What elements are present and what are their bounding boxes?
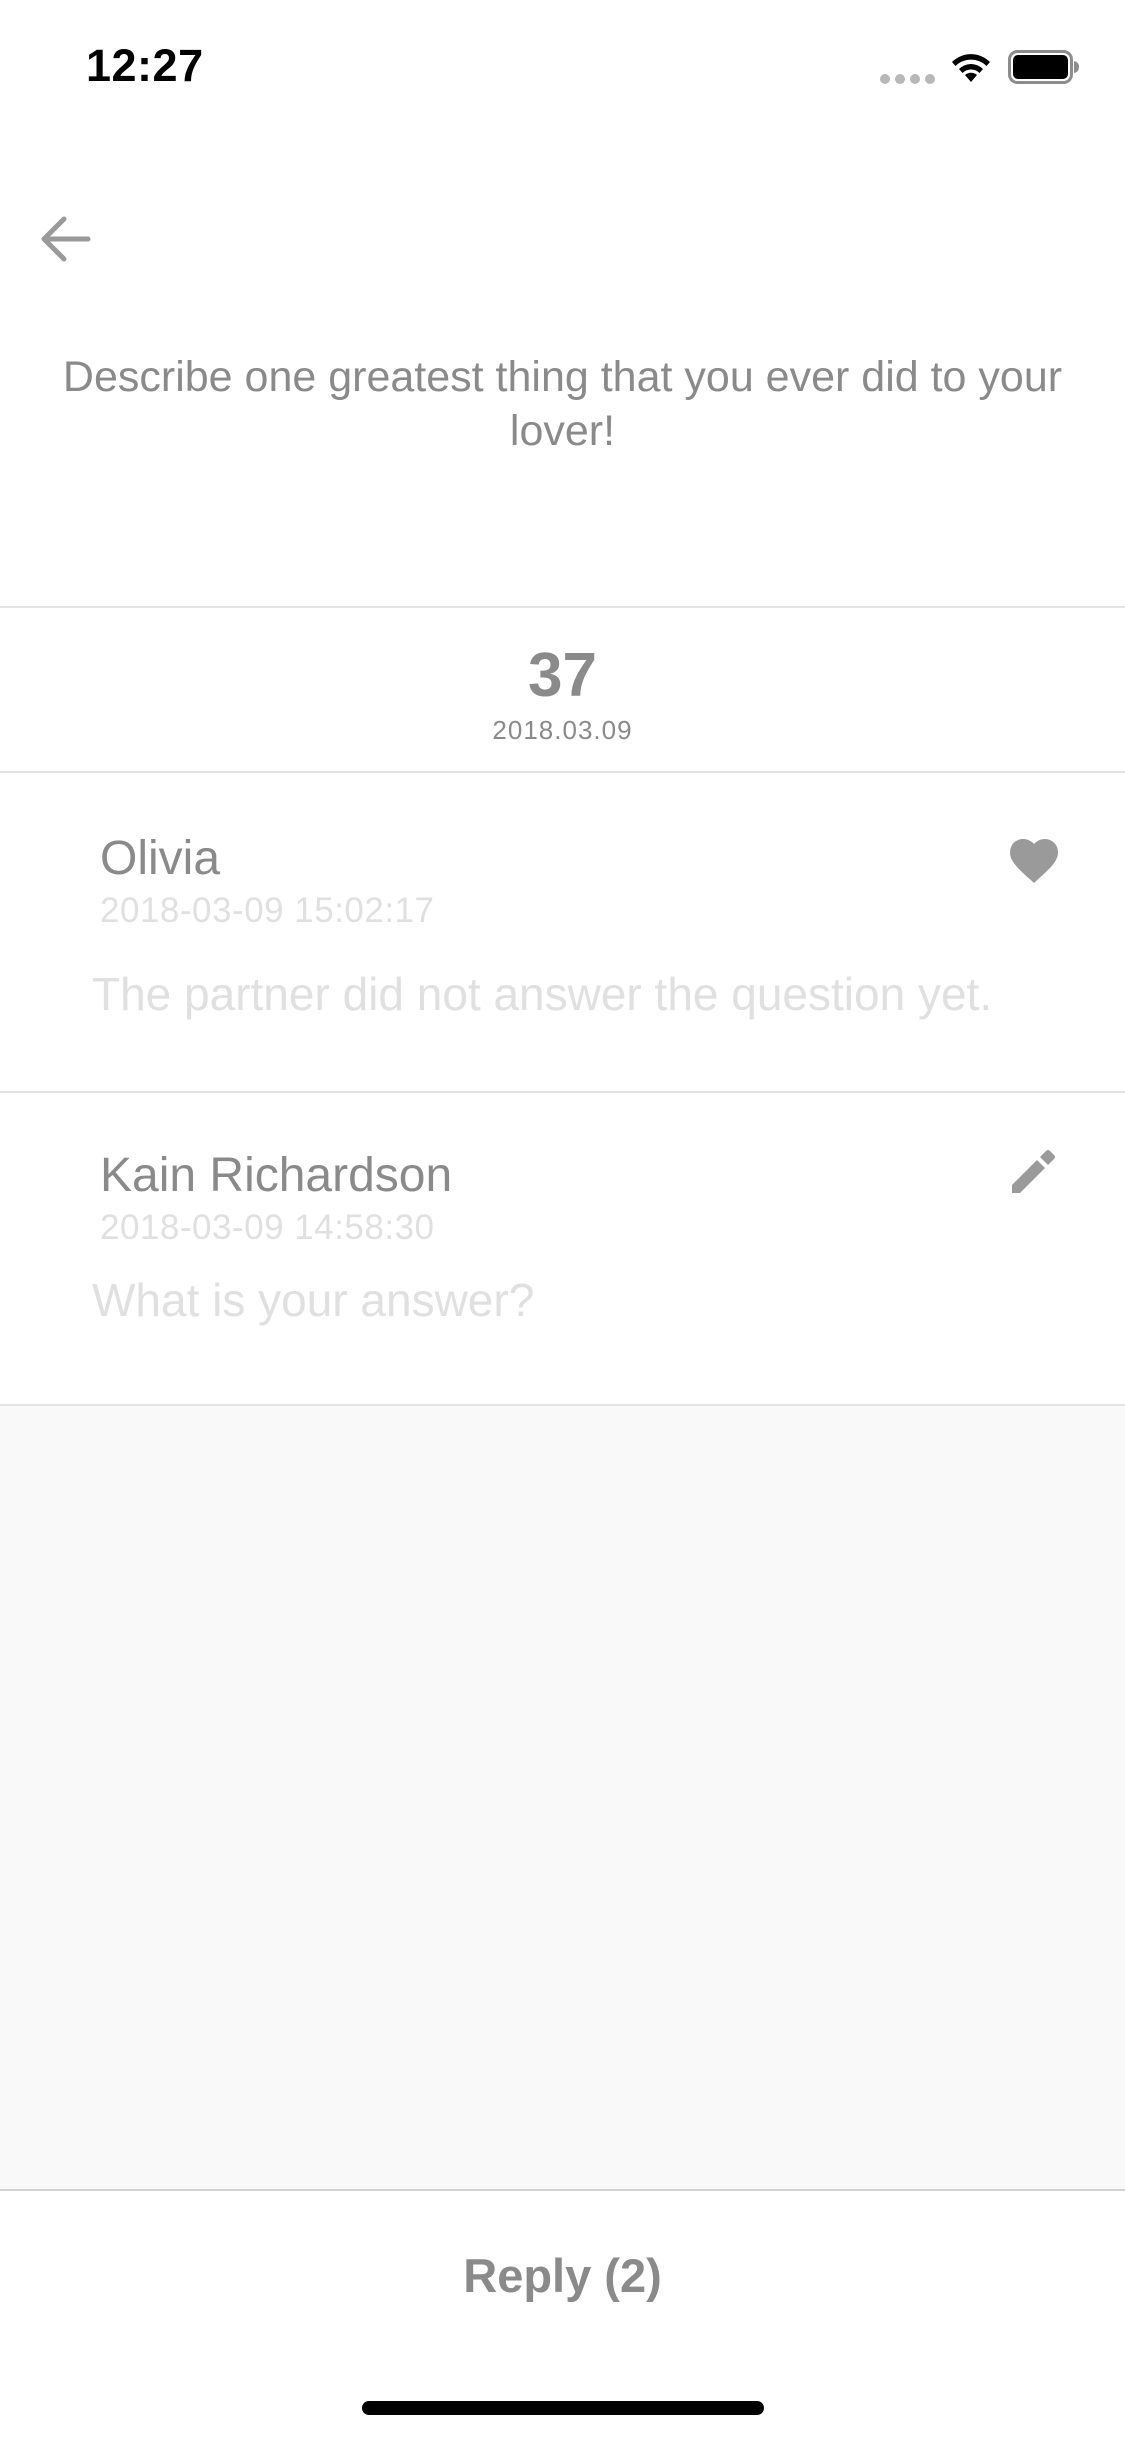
day-date: 2018.03.09 bbox=[492, 715, 633, 745]
home-indicator[interactable] bbox=[362, 2401, 764, 2415]
answer-timestamp: 2018-03-09 15:02:17 bbox=[100, 891, 435, 930]
answer-author-name: Kain Richardson bbox=[100, 1149, 453, 1202]
answer-text: The partner did not answer the question … bbox=[92, 968, 993, 1020]
battery-icon bbox=[1008, 50, 1079, 84]
wifi-icon bbox=[952, 54, 990, 82]
screen: 12:27 Describe one greatest thing that y… bbox=[0, 0, 1125, 2438]
day-number: 37 bbox=[528, 641, 597, 710]
heart-icon[interactable] bbox=[1006, 833, 1062, 889]
empty-content-area bbox=[0, 1406, 1125, 2189]
answer-timestamp: 2018-03-09 14:58:30 bbox=[100, 1208, 435, 1247]
status-time: 12:27 bbox=[86, 40, 204, 91]
edit-pencil-icon[interactable] bbox=[1006, 1143, 1062, 1199]
question-title: Describe one greatest thing that you eve… bbox=[62, 353, 1063, 455]
answer-author-name: Olivia bbox=[100, 832, 221, 885]
status-bar: 12:27 bbox=[0, 0, 1125, 135]
answer-input-placeholder[interactable]: What is your answer? bbox=[92, 1273, 534, 1327]
answer-card-self: Kain Richardson 2018-03-09 14:58:30 What… bbox=[0, 1093, 1125, 1404]
back-arrow-icon[interactable] bbox=[36, 210, 94, 268]
cellular-signal-icon bbox=[880, 74, 935, 84]
divider bbox=[0, 606, 1125, 608]
reply-bar: Reply (2) bbox=[0, 2189, 1125, 2438]
answer-card-partner: Olivia 2018-03-09 15:02:17 The partner d… bbox=[0, 773, 1125, 1091]
reply-button[interactable]: Reply (2) bbox=[0, 2236, 1125, 2316]
